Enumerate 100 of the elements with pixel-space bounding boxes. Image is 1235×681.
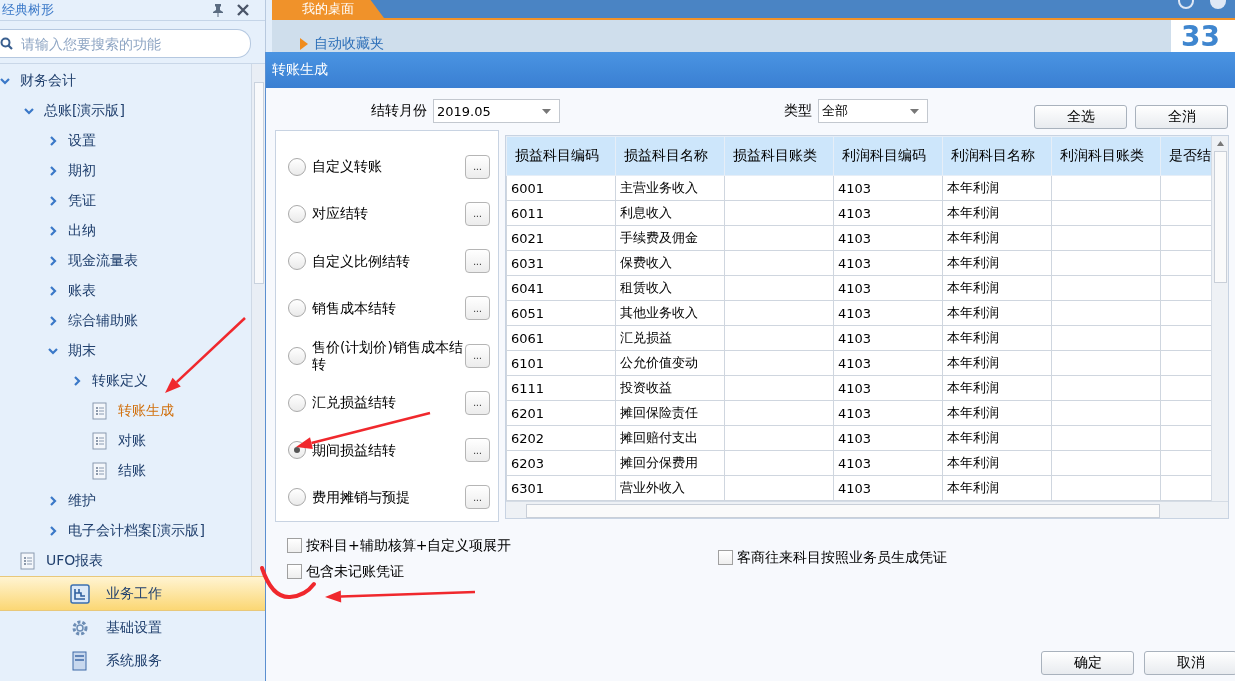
more-button[interactable]: ... (465, 343, 490, 368)
more-button[interactable]: ... (465, 154, 490, 179)
table-cell: 6111 (506, 375, 616, 401)
nav-item[interactable]: 系统服务 (0, 644, 265, 677)
table-cell: 投资收益 (615, 375, 725, 401)
scroll-up-icon[interactable] (1216, 141, 1224, 146)
triangle-icon (300, 38, 308, 50)
nav-item[interactable]: 业务工作 (0, 576, 265, 611)
table-cell: 摊回赔付支出 (615, 425, 725, 451)
more-button[interactable]: ... (465, 296, 490, 321)
more-button[interactable]: ... (465, 249, 490, 274)
action-button[interactable]: 取消 (1144, 651, 1235, 675)
radio-button[interactable] (288, 299, 306, 318)
favorites-link[interactable]: 自动收藏夹 (314, 35, 384, 53)
table-cell: 6301 (506, 475, 616, 501)
checkbox[interactable] (718, 550, 733, 565)
tree-item[interactable]: 财务会计 (20, 72, 76, 90)
tree-item[interactable]: UFO报表 (46, 552, 104, 570)
radio-button[interactable] (288, 488, 306, 507)
table-cell: 本年利润 (942, 275, 1052, 301)
search-field[interactable]: 请输入您要搜索的功能 (0, 29, 251, 58)
table-cell: 6011 (506, 200, 616, 226)
tree-item[interactable]: 维护 (68, 492, 96, 510)
option-label: 销售成本结转 (312, 299, 397, 317)
table-cell: 摊回分保费用 (615, 450, 725, 476)
table-cell: 6001 (506, 175, 616, 201)
column-header[interactable]: 利润科目编码 (833, 136, 943, 176)
table-cell: 4103 (833, 225, 943, 251)
more-button[interactable]: ... (465, 438, 490, 463)
month-dropdown[interactable]: 2019.05 (433, 99, 560, 123)
tree-item[interactable]: 账表 (68, 282, 96, 300)
search-input[interactable]: 请输入您要搜索的功能 (21, 31, 240, 56)
checkbox[interactable] (287, 538, 302, 553)
nav-item[interactable]: 基础设置 (0, 611, 265, 644)
dialog-title: 转账生成 (272, 61, 328, 79)
more-button[interactable]: ... (465, 201, 490, 226)
table-cell: 6061 (506, 325, 616, 351)
tree-item[interactable]: 综合辅助账 (68, 312, 138, 330)
table-cell: 其他业务收入 (615, 300, 725, 326)
column-header[interactable]: 利润科目名称 (942, 136, 1052, 176)
option-label: 售价(计划价)销售成本结转 (312, 338, 464, 373)
table-cell: 本年利润 (942, 425, 1052, 451)
table-cell: 6101 (506, 350, 616, 376)
tree-item[interactable]: 现金流量表 (68, 252, 138, 270)
table-cell: 4103 (833, 425, 943, 451)
table-cell: 4103 (833, 200, 943, 226)
column-header[interactable]: 利润科目账类 (1051, 136, 1161, 176)
table-cell: 本年利润 (942, 400, 1052, 426)
column-header[interactable]: 损益科目编码 (506, 136, 616, 176)
tree-item[interactable]: 电子会计档案[演示版] (68, 522, 205, 540)
tree-item[interactable]: 总账[演示版] (44, 102, 125, 120)
type-dropdown[interactable]: 全部 (818, 99, 928, 123)
tree-item[interactable]: 转账定义 (92, 372, 148, 390)
radio-button[interactable] (288, 346, 306, 365)
option-label: 汇兑损益结转 (312, 394, 397, 412)
more-button[interactable]: ... (465, 485, 490, 510)
column-header[interactable]: 损益科目账类 (724, 136, 834, 176)
scrollbar[interactable] (506, 501, 1228, 518)
close-icon[interactable] (237, 4, 249, 16)
checkbox[interactable] (287, 564, 302, 579)
table-cell: 4103 (833, 400, 943, 426)
action-button[interactable]: 确定 (1041, 651, 1134, 675)
document-icon (92, 402, 108, 420)
checkbox-label: 客商往来科目按照业务员生成凭证 (737, 548, 947, 567)
radio-button[interactable] (288, 252, 306, 271)
tree-item[interactable]: 期末 (68, 342, 96, 360)
column-header[interactable]: 是否结 (1160, 136, 1212, 176)
table-cell: 4103 (833, 325, 943, 351)
pin-icon[interactable] (211, 3, 225, 17)
caret-icon (910, 108, 919, 114)
scrollbar[interactable] (1211, 136, 1228, 501)
panel-title: 经典树形 (2, 1, 54, 19)
tree-item[interactable]: 对账 (118, 432, 146, 450)
table-cell: 本年利润 (942, 350, 1052, 376)
action-button[interactable]: 全选 (1034, 105, 1127, 129)
document-icon (92, 462, 108, 480)
radio-button[interactable] (288, 393, 306, 412)
table-cell: 6202 (506, 425, 616, 451)
table-cell: 主营业务收入 (615, 175, 725, 201)
tree-item[interactable]: 凭证 (68, 192, 96, 210)
table-cell: 6203 (506, 450, 616, 476)
radio-button[interactable] (288, 157, 306, 176)
table-cell: 利息收入 (615, 200, 725, 226)
table-cell: 公允价值变动 (615, 350, 725, 376)
more-button[interactable]: ... (465, 390, 490, 415)
table-cell: 保费收入 (615, 250, 725, 276)
big-number: 33 (1180, 22, 1220, 52)
tree-item[interactable]: 出纳 (68, 222, 96, 240)
scrollbar[interactable] (251, 64, 265, 576)
table-cell: 4103 (833, 375, 943, 401)
radio-button[interactable] (288, 204, 306, 223)
table-cell: 6201 (506, 400, 616, 426)
tree-item[interactable]: 设置 (68, 132, 96, 150)
action-button[interactable]: 全消 (1135, 105, 1228, 129)
table-cell: 营业外收入 (615, 475, 725, 501)
column-header[interactable]: 损益科目名称 (615, 136, 725, 176)
document-icon (20, 552, 36, 570)
caret-icon (542, 108, 551, 114)
tree-item[interactable]: 结账 (118, 462, 146, 480)
tree-item[interactable]: 期初 (68, 162, 96, 180)
